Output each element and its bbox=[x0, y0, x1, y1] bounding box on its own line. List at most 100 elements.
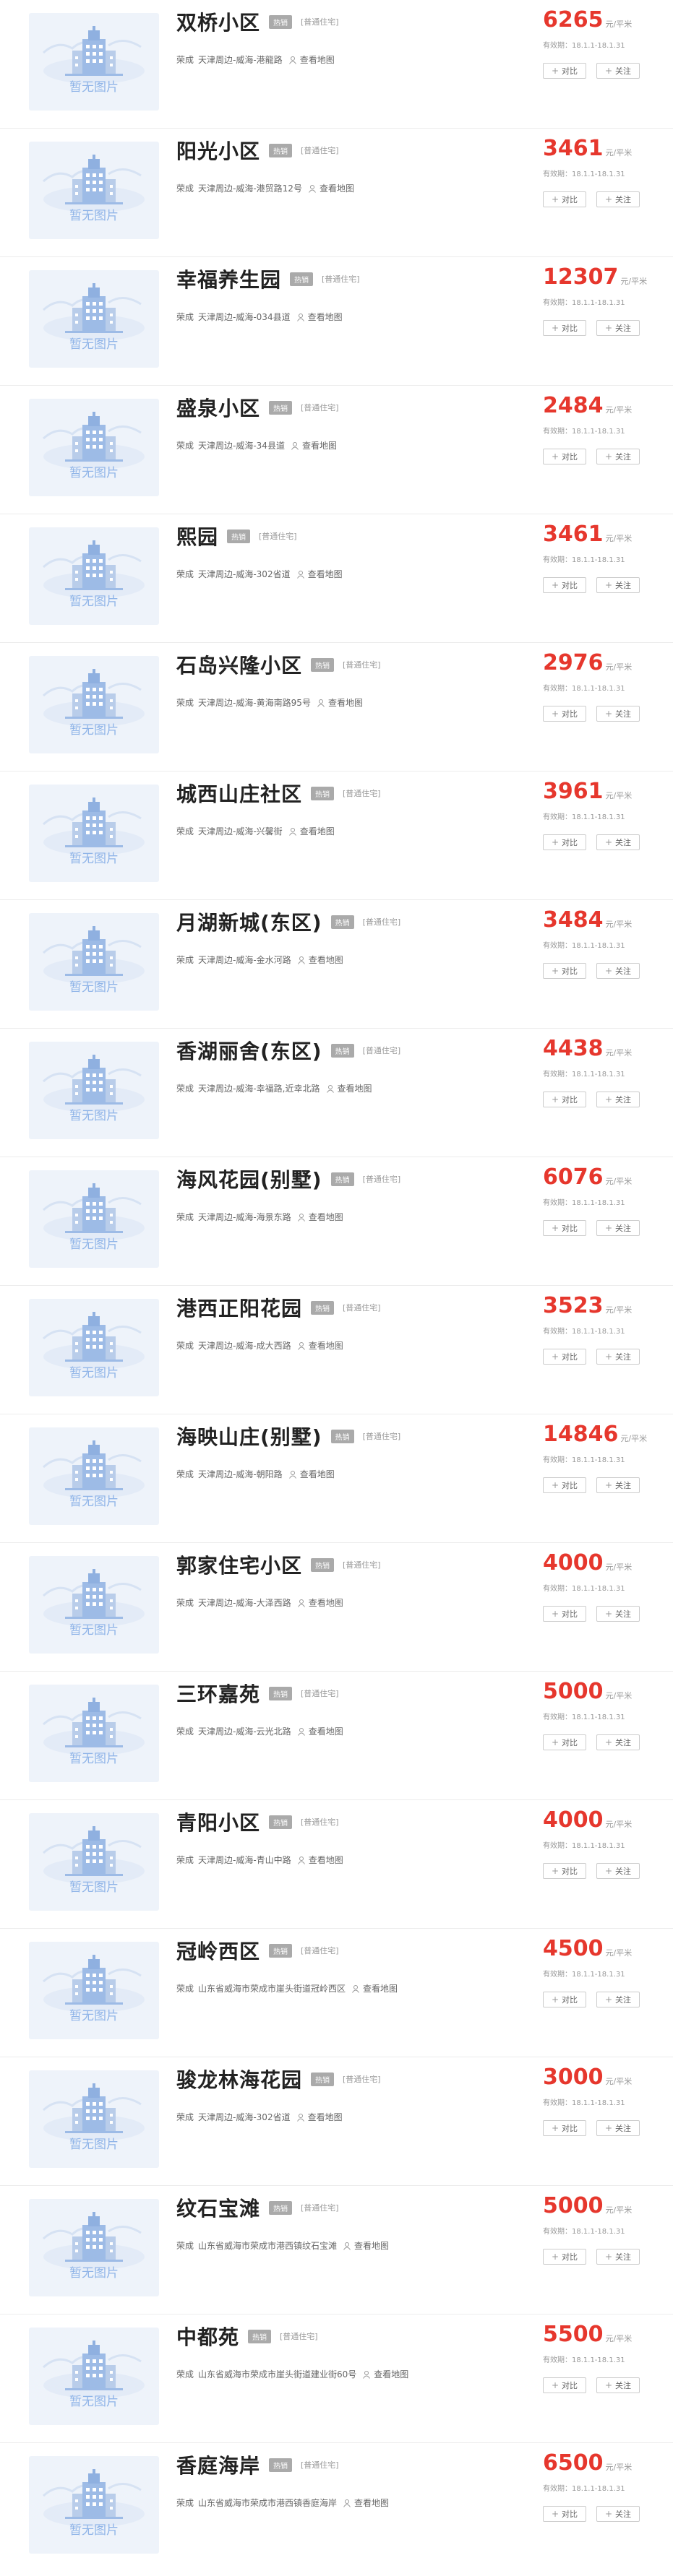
listing-item[interactable]: 暂无图片 城西山庄社区 热销 [普通住宅] 荣成 天津周边-威海-兴馨街 查看地… bbox=[0, 771, 673, 900]
listing-item[interactable]: 暂无图片 纹石宝滩 热销 [普通住宅] 荣成 山东省威海市荣成市港西镇纹石宝滩 … bbox=[0, 2186, 673, 2314]
follow-button[interactable]: + 关注 bbox=[596, 449, 640, 464]
follow-button[interactable]: + 关注 bbox=[596, 2377, 640, 2393]
placeholder-image[interactable]: 暂无图片 bbox=[29, 1556, 159, 1654]
listing-name[interactable]: 香庭海岸 bbox=[176, 2450, 260, 2479]
compare-button[interactable]: + 对比 bbox=[543, 1863, 586, 1879]
follow-button[interactable]: + 关注 bbox=[596, 1349, 640, 1365]
placeholder-image[interactable]: 暂无图片 bbox=[29, 1942, 159, 2039]
view-map-link[interactable]: 查看地图 bbox=[296, 2111, 343, 2123]
listing-name[interactable]: 三环嘉苑 bbox=[176, 1679, 260, 1708]
listing-name[interactable]: 城西山庄社区 bbox=[176, 779, 302, 808]
placeholder-image[interactable]: 暂无图片 bbox=[29, 2328, 159, 2425]
placeholder-image[interactable]: 暂无图片 bbox=[29, 13, 159, 111]
listing-name[interactable]: 石岛兴隆小区 bbox=[176, 650, 302, 679]
follow-button[interactable]: + 关注 bbox=[596, 577, 640, 593]
listing-name[interactable]: 郭家住宅小区 bbox=[176, 1550, 302, 1579]
listing-item[interactable]: 暂无图片 熙园 热销 [普通住宅] 荣成 天津周边-威海-302省道 查看地图 bbox=[0, 514, 673, 643]
listing-item[interactable]: 暂无图片 海风花园(别墅) 热销 [普通住宅] 荣成 天津周边-威海-海景东路 … bbox=[0, 1157, 673, 1286]
compare-button[interactable]: + 对比 bbox=[543, 320, 586, 336]
compare-button[interactable]: + 对比 bbox=[543, 1092, 586, 1107]
view-map-link[interactable]: 查看地图 bbox=[297, 1339, 343, 1352]
placeholder-image[interactable]: 暂无图片 bbox=[29, 2456, 159, 2554]
follow-button[interactable]: + 关注 bbox=[596, 191, 640, 207]
listing-item[interactable]: 暂无图片 中都苑 热销 [普通住宅] 荣成 山东省威海市荣成市崖头街道建业街60… bbox=[0, 2314, 673, 2443]
view-map-link[interactable]: 查看地图 bbox=[288, 53, 335, 66]
listing-item[interactable]: 暂无图片 阳光小区 热销 [普通住宅] 荣成 天津周边-威海-港贸路12号 查看… bbox=[0, 129, 673, 257]
compare-button[interactable]: + 对比 bbox=[543, 1220, 586, 1236]
compare-button[interactable]: + 对比 bbox=[543, 1477, 586, 1493]
listing-item[interactable]: 暂无图片 幸福养生园 热销 [普通住宅] 荣成 天津周边-威海-034县道 查看… bbox=[0, 257, 673, 386]
follow-button[interactable]: + 关注 bbox=[596, 1734, 640, 1750]
compare-button[interactable]: + 对比 bbox=[543, 1734, 586, 1750]
view-map-link[interactable]: 查看地图 bbox=[297, 954, 343, 966]
follow-button[interactable]: + 关注 bbox=[596, 1220, 640, 1236]
view-map-link[interactable]: 查看地图 bbox=[362, 2368, 408, 2380]
view-map-link[interactable]: 查看地图 bbox=[297, 1211, 343, 1223]
view-map-link[interactable]: 查看地图 bbox=[308, 182, 354, 194]
view-map-link[interactable]: 查看地图 bbox=[297, 1596, 343, 1609]
follow-button[interactable]: + 关注 bbox=[596, 2249, 640, 2265]
placeholder-image[interactable]: 暂无图片 bbox=[29, 270, 159, 368]
compare-button[interactable]: + 对比 bbox=[543, 2377, 586, 2393]
placeholder-image[interactable]: 暂无图片 bbox=[29, 913, 159, 1011]
compare-button[interactable]: + 对比 bbox=[543, 706, 586, 722]
view-map-link[interactable]: 查看地图 bbox=[343, 2239, 389, 2252]
view-map-link[interactable]: 查看地图 bbox=[291, 439, 337, 451]
placeholder-image[interactable]: 暂无图片 bbox=[29, 1299, 159, 1396]
listing-name[interactable]: 海风花园(别墅) bbox=[176, 1164, 322, 1193]
placeholder-image[interactable]: 暂无图片 bbox=[29, 2070, 159, 2168]
view-map-link[interactable]: 查看地图 bbox=[296, 568, 343, 580]
compare-button[interactable]: + 对比 bbox=[543, 191, 586, 207]
compare-button[interactable]: + 对比 bbox=[543, 577, 586, 593]
compare-button[interactable]: + 对比 bbox=[543, 2120, 586, 2136]
compare-button[interactable]: + 对比 bbox=[543, 449, 586, 464]
placeholder-image[interactable]: 暂无图片 bbox=[29, 527, 159, 625]
follow-button[interactable]: + 关注 bbox=[596, 320, 640, 336]
view-map-link[interactable]: 查看地图 bbox=[296, 311, 343, 323]
follow-button[interactable]: + 关注 bbox=[596, 1606, 640, 1622]
listing-name[interactable]: 幸福养生园 bbox=[176, 264, 281, 293]
listing-item[interactable]: 暂无图片 盛泉小区 热销 [普通住宅] 荣成 天津周边-威海-34县道 查看地图 bbox=[0, 386, 673, 514]
listing-name[interactable]: 冠岭西区 bbox=[176, 1936, 260, 1965]
listing-name[interactable]: 港西正阳花园 bbox=[176, 1293, 302, 1322]
placeholder-image[interactable]: 暂无图片 bbox=[29, 656, 159, 753]
view-map-link[interactable]: 查看地图 bbox=[297, 1725, 343, 1737]
compare-button[interactable]: + 对比 bbox=[543, 834, 586, 850]
placeholder-image[interactable]: 暂无图片 bbox=[29, 1427, 159, 1525]
compare-button[interactable]: + 对比 bbox=[543, 963, 586, 979]
placeholder-image[interactable]: 暂无图片 bbox=[29, 399, 159, 496]
listing-item[interactable]: 暂无图片 郭家住宅小区 热销 [普通住宅] 荣成 天津周边-威海-大泽西路 查看… bbox=[0, 1543, 673, 1672]
view-map-link[interactable]: 查看地图 bbox=[297, 1854, 343, 1866]
listing-item[interactable]: 暂无图片 三环嘉苑 热销 [普通住宅] 荣成 天津周边-威海-云光北路 查看地图 bbox=[0, 1672, 673, 1800]
follow-button[interactable]: + 关注 bbox=[596, 1477, 640, 1493]
placeholder-image[interactable]: 暂无图片 bbox=[29, 1170, 159, 1268]
compare-button[interactable]: + 对比 bbox=[543, 1349, 586, 1365]
listing-item[interactable]: 暂无图片 青阳小区 热销 [普通住宅] 荣成 天津周边-威海-青山中路 查看地图 bbox=[0, 1800, 673, 1929]
listing-item[interactable]: 暂无图片 骏龙林海花园 热销 [普通住宅] 荣成 天津周边-威海-302省道 查… bbox=[0, 2057, 673, 2186]
follow-button[interactable]: + 关注 bbox=[596, 706, 640, 722]
placeholder-image[interactable]: 暂无图片 bbox=[29, 1685, 159, 1782]
listing-item[interactable]: 暂无图片 双桥小区 热销 [普通住宅] 荣成 天津周边-威海-港龍路 查看地图 bbox=[0, 0, 673, 129]
listing-name[interactable]: 熙园 bbox=[176, 522, 218, 550]
listing-item[interactable]: 暂无图片 月湖新城(东区) 热销 [普通住宅] 荣成 天津周边-威海-金水河路 … bbox=[0, 900, 673, 1029]
view-map-link[interactable]: 查看地图 bbox=[317, 696, 363, 709]
view-map-link[interactable]: 查看地图 bbox=[288, 1468, 335, 1480]
listing-item[interactable]: 暂无图片 港西正阳花园 热销 [普通住宅] 荣成 天津周边-威海-成大西路 查看… bbox=[0, 1286, 673, 1414]
view-map-link[interactable]: 查看地图 bbox=[326, 1082, 372, 1094]
listing-name[interactable]: 纹石宝滩 bbox=[176, 2193, 260, 2222]
listing-name[interactable]: 阳光小区 bbox=[176, 136, 260, 165]
follow-button[interactable]: + 关注 bbox=[596, 1992, 640, 2007]
compare-button[interactable]: + 对比 bbox=[543, 2249, 586, 2265]
listing-name[interactable]: 盛泉小区 bbox=[176, 393, 260, 422]
listing-name[interactable]: 海映山庄(别墅) bbox=[176, 1422, 322, 1451]
listing-name[interactable]: 青阳小区 bbox=[176, 1807, 260, 1836]
follow-button[interactable]: + 关注 bbox=[596, 963, 640, 979]
listing-name[interactable]: 中都苑 bbox=[176, 2322, 239, 2351]
compare-button[interactable]: + 对比 bbox=[543, 63, 586, 79]
listing-name[interactable]: 骏龙林海花园 bbox=[176, 2065, 302, 2093]
listing-name[interactable]: 香湖丽舍(东区) bbox=[176, 1036, 322, 1065]
listing-name[interactable]: 月湖新城(东区) bbox=[176, 907, 322, 936]
placeholder-image[interactable]: 暂无图片 bbox=[29, 785, 159, 882]
follow-button[interactable]: + 关注 bbox=[596, 834, 640, 850]
listing-item[interactable]: 暂无图片 香湖丽舍(东区) 热销 [普通住宅] 荣成 天津周边-威海-幸福路,近… bbox=[0, 1029, 673, 1157]
